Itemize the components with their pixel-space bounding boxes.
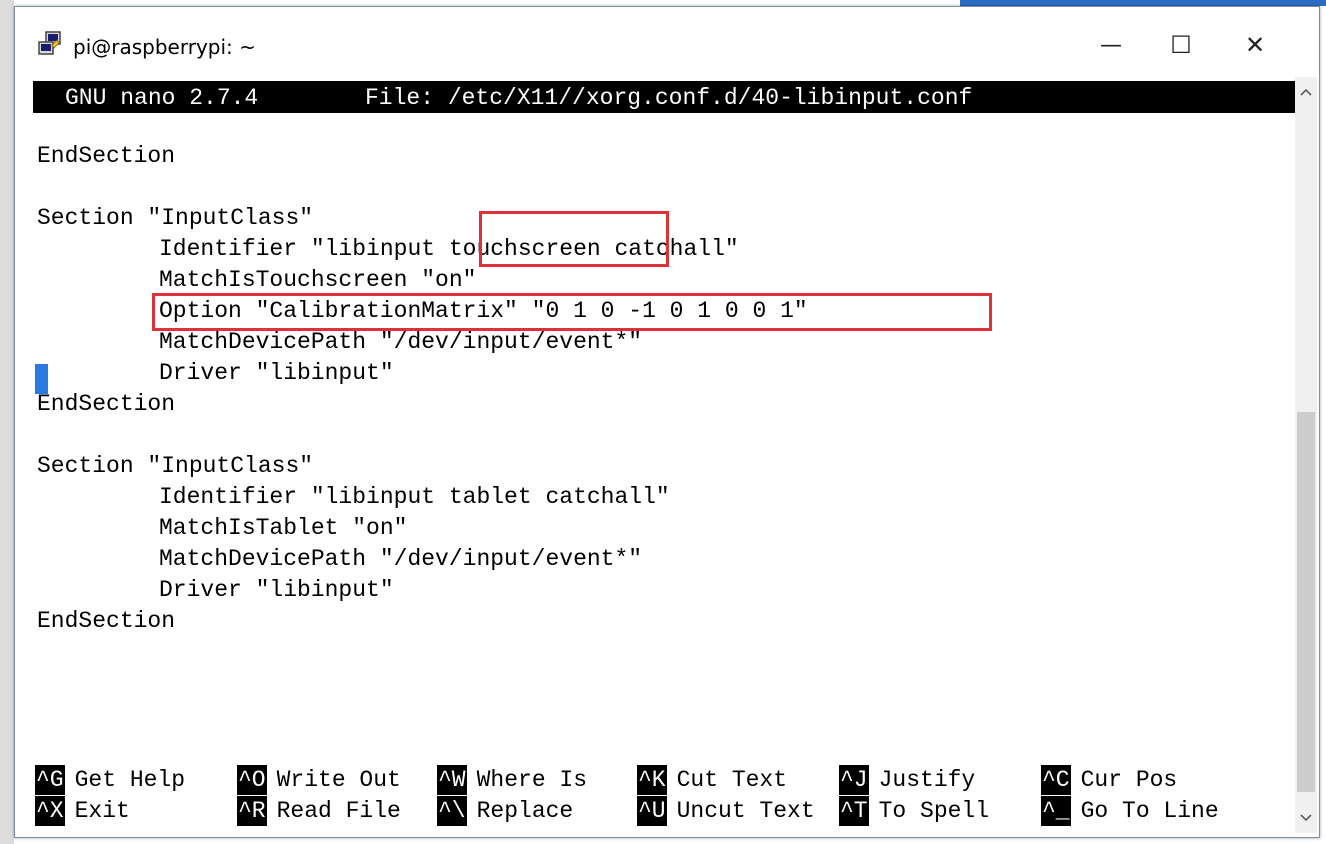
- shortcut-key: ^X: [35, 796, 65, 826]
- scrollbar-thumb[interactable]: [1297, 412, 1315, 792]
- code-line: MatchDevicePath "/dev/input/event*": [159, 546, 643, 572]
- shortcut-label: Where Is: [476, 767, 588, 793]
- minimize-button[interactable]: —: [1091, 27, 1131, 63]
- shortcut-item: ^R Read File: [237, 796, 401, 826]
- scroll-up-button[interactable]: [1295, 77, 1317, 107]
- shortcut-item: ^K Cut Text: [637, 765, 787, 795]
- shortcut-item: ^U Uncut Text: [637, 796, 815, 826]
- shortcut-label: Uncut Text: [676, 798, 815, 824]
- desktop-background: [0, 0, 14, 844]
- shortcut-key: ^K: [637, 765, 667, 795]
- shortcut-key: ^C: [1041, 765, 1071, 795]
- vertical-scrollbar[interactable]: [1295, 77, 1317, 833]
- shortcut-item: ^O Write Out: [237, 765, 401, 795]
- shortcut-label: Cut Text: [676, 767, 788, 793]
- chevron-down-icon: [1300, 814, 1312, 822]
- chevron-up-icon: [1300, 88, 1312, 96]
- shortcut-label: Exit: [74, 798, 130, 824]
- shortcut-item: ^X Exit: [35, 796, 130, 826]
- code-line: Identifier "libinput tablet catchall": [159, 484, 670, 510]
- code-line: EndSection: [37, 391, 176, 417]
- shortcut-item: ^J Justify: [839, 765, 975, 795]
- shortcut-item: ^W Where Is: [437, 765, 587, 795]
- shortcut-key: ^T: [839, 796, 869, 826]
- code-line: Driver "libinput": [159, 360, 394, 386]
- scroll-down-button[interactable]: [1295, 803, 1317, 833]
- shortcut-label: Justify: [878, 767, 976, 793]
- shortcut-item: ^T To Spell: [839, 796, 989, 826]
- shortcut-item: ^C Cur Pos: [1041, 765, 1177, 795]
- shortcut-label: Read File: [276, 798, 401, 824]
- shortcut-key: ^G: [35, 765, 65, 795]
- shortcut-label: To Spell: [878, 798, 990, 824]
- shortcut-item: ^G Get Help: [35, 765, 185, 795]
- title-bar[interactable]: pi@raspberrypi: ~ — ☐ ✕: [15, 7, 1319, 77]
- nano-file-label: File: /etc/X11//xorg.conf.d/40-libinput.…: [365, 85, 973, 111]
- close-button[interactable]: ✕: [1235, 27, 1275, 63]
- shortcut-item: ^\ Replace: [437, 796, 573, 826]
- shortcut-label: Replace: [476, 798, 574, 824]
- code-line: EndSection: [37, 608, 176, 634]
- maximize-button[interactable]: ☐: [1161, 27, 1201, 63]
- shortcut-label: Cur Pos: [1080, 767, 1178, 793]
- shortcut-label: Go To Line: [1080, 798, 1219, 824]
- code-line: Driver "libinput": [159, 577, 394, 603]
- code-line: MatchIsTouchscreen "on": [159, 267, 477, 293]
- code-line: Section "InputClass": [37, 453, 314, 479]
- shortcut-label: Get Help: [74, 767, 186, 793]
- highlight-box-touchscreen: [479, 211, 669, 267]
- shortcut-key: ^\: [437, 796, 467, 826]
- highlight-box-calibration: [152, 293, 992, 331]
- maximize-icon: ☐: [1170, 31, 1192, 59]
- shortcut-key: ^W: [437, 765, 467, 795]
- shortcut-key: ^J: [839, 765, 869, 795]
- code-line: MatchDevicePath "/dev/input/event*": [159, 329, 643, 355]
- shortcut-item: ^_ Go To Line: [1041, 796, 1219, 826]
- window-title: pi@raspberrypi: ~: [73, 35, 256, 59]
- putty-icon[interactable]: [37, 31, 63, 57]
- nano-header-bar: GNU nano 2.7.4 File: /etc/X11//xorg.conf…: [33, 81, 1295, 113]
- close-icon: ✕: [1244, 31, 1266, 59]
- code-line: Section "InputClass": [37, 205, 314, 231]
- text-cursor: [35, 364, 48, 394]
- shortcut-label: Write Out: [276, 767, 401, 793]
- terminal-window: pi@raspberrypi: ~ — ☐ ✕ GNU nano 2.7.4 F…: [14, 6, 1320, 838]
- shortcut-key: ^R: [237, 796, 267, 826]
- shortcut-key: ^U: [637, 796, 667, 826]
- terminal-area[interactable]: GNU nano 2.7.4 File: /etc/X11//xorg.conf…: [33, 77, 1295, 833]
- shortcut-key: ^_: [1041, 796, 1071, 826]
- code-line: EndSection: [37, 143, 176, 169]
- nano-version: GNU nano 2.7.4: [65, 85, 259, 111]
- shortcut-key: ^O: [237, 765, 267, 795]
- code-line: MatchIsTablet "on": [159, 515, 408, 541]
- minimize-icon: —: [1100, 32, 1122, 58]
